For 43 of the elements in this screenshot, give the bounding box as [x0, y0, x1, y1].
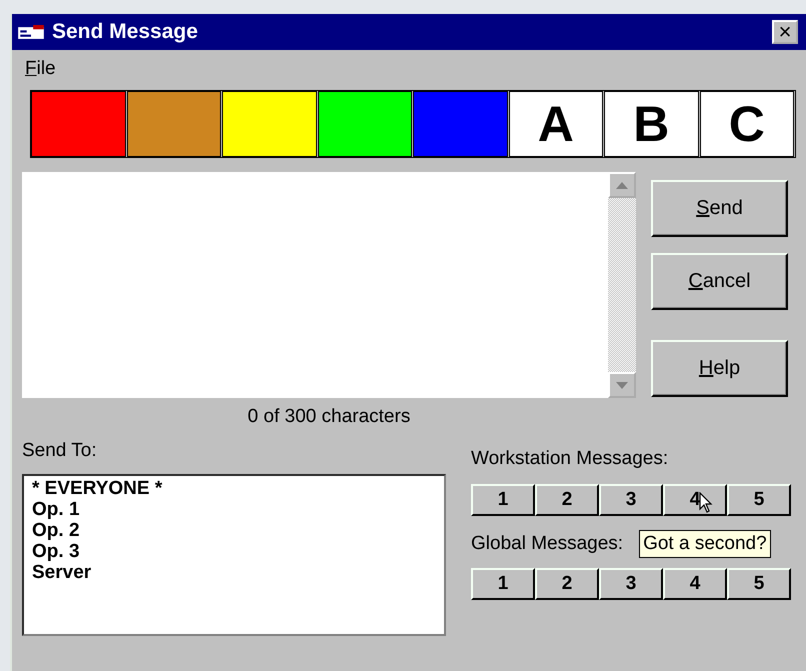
character-counter: 0 of 300 characters: [248, 406, 410, 427]
dialog-button[interactable]: Help: [651, 340, 788, 397]
list-item[interactable]: Op. 1: [32, 499, 436, 520]
field-label: Send To:: [22, 440, 98, 463]
dialog-button[interactable]: Cancel: [651, 253, 788, 310]
up-arrow-icon: [616, 182, 628, 188]
tooltip: Got a second?: [639, 530, 771, 558]
section-label: Workstation Messages:: [471, 448, 670, 471]
number-button[interactable]: 5: [727, 484, 791, 516]
number-button[interactable]: 1: [471, 484, 535, 516]
close-button[interactable]: ×: [772, 20, 798, 44]
pointer-icon: [699, 492, 713, 514]
list-item[interactable]: * EVERYONE *: [32, 478, 436, 499]
list-item[interactable]: Op. 2: [32, 520, 436, 541]
dialog-button[interactable]: Send: [651, 180, 788, 237]
down-arrow-icon: [616, 382, 628, 388]
section-label: Global Messages:: [471, 533, 624, 555]
number-button[interactable]: 2: [535, 484, 599, 516]
color-swatch[interactable]: [126, 91, 221, 157]
app-icon: [18, 24, 44, 40]
number-button[interactable]: 3: [599, 568, 663, 600]
scroll-down-button[interactable]: [608, 372, 636, 398]
letter-button[interactable]: A: [508, 91, 603, 157]
color-swatch[interactable]: [413, 91, 508, 157]
menu-item[interactable]: File: [25, 58, 56, 79]
message-field[interactable]: [22, 172, 636, 398]
color-swatch[interactable]: [318, 91, 412, 157]
color-swatch[interactable]: [222, 91, 316, 157]
list-item[interactable]: Op. 3: [32, 541, 436, 562]
number-button[interactable]: 1: [471, 568, 535, 600]
color-swatch[interactable]: [31, 91, 126, 157]
scroll-up-button[interactable]: [608, 172, 636, 198]
letter-button[interactable]: C: [700, 91, 794, 157]
number-button[interactable]: 5: [727, 568, 791, 600]
number-button[interactable]: 3: [599, 484, 663, 516]
recipient-list[interactable]: * EVERYONE * Op. 1 Op. 2 Op. 3 Server: [22, 474, 446, 636]
letter-button[interactable]: B: [604, 91, 698, 157]
scrollbar[interactable]: [608, 172, 636, 398]
list-item[interactable]: Server: [32, 562, 436, 583]
number-button[interactable]: 2: [535, 568, 599, 600]
window-title: Send Message: [52, 20, 199, 44]
number-button[interactable]: 4: [663, 484, 727, 516]
number-button[interactable]: 4: [663, 568, 727, 600]
